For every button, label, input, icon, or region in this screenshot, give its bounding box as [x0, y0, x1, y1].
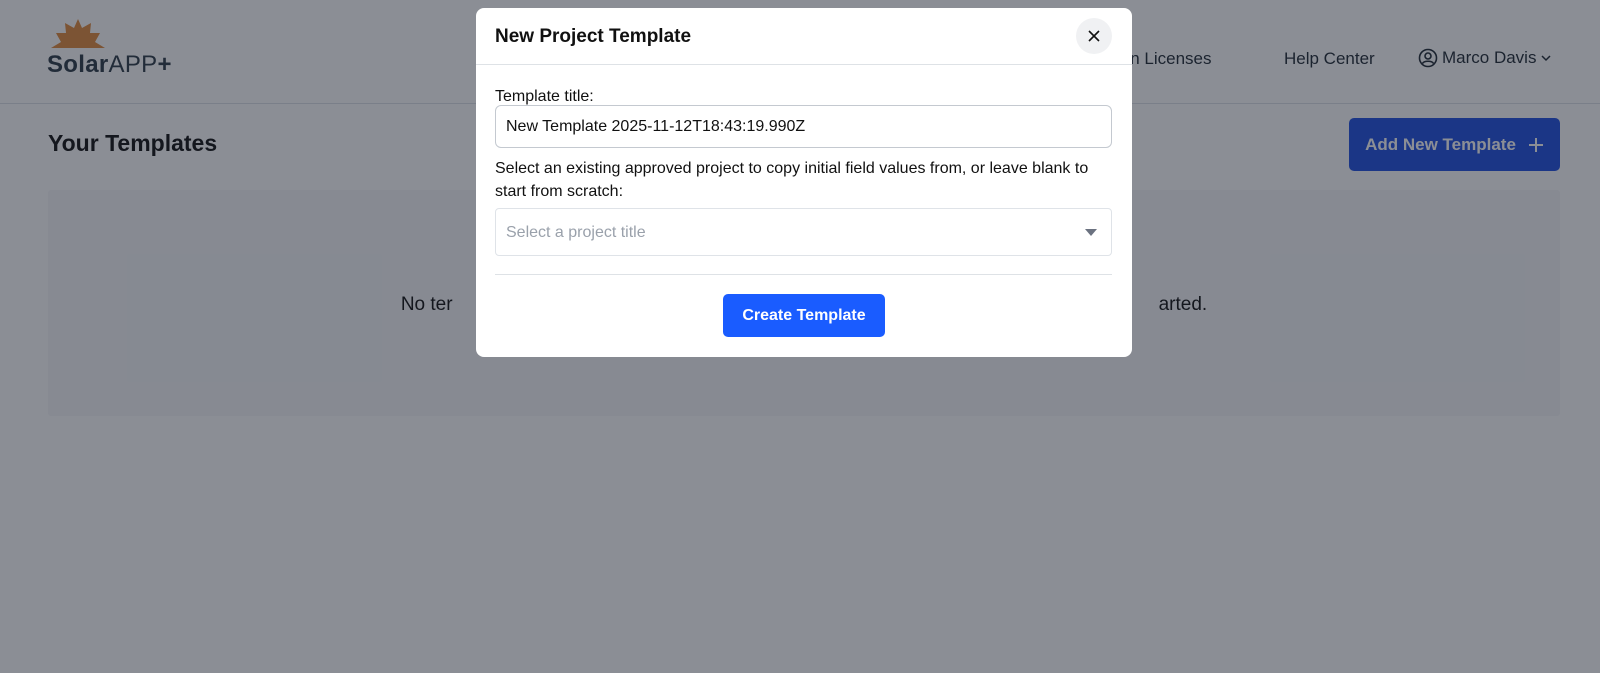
create-template-button[interactable]: Create Template: [723, 294, 885, 337]
modal-header: New Project Template: [476, 8, 1132, 65]
project-select-placeholder: Select a project title: [506, 224, 646, 241]
modal-divider: [495, 274, 1112, 275]
close-button[interactable]: [1076, 18, 1112, 54]
template-title-input[interactable]: [495, 105, 1112, 148]
dropdown-arrow-icon: [1085, 229, 1097, 236]
modal-title: New Project Template: [495, 26, 692, 47]
new-project-template-modal: New Project Template Template title: Sel…: [476, 8, 1132, 357]
project-select-label: Select an existing approved project to c…: [495, 160, 1089, 200]
close-icon: [1088, 30, 1100, 42]
project-title-select[interactable]: Select a project title: [495, 208, 1112, 256]
template-title-label: Template title:: [495, 88, 594, 105]
